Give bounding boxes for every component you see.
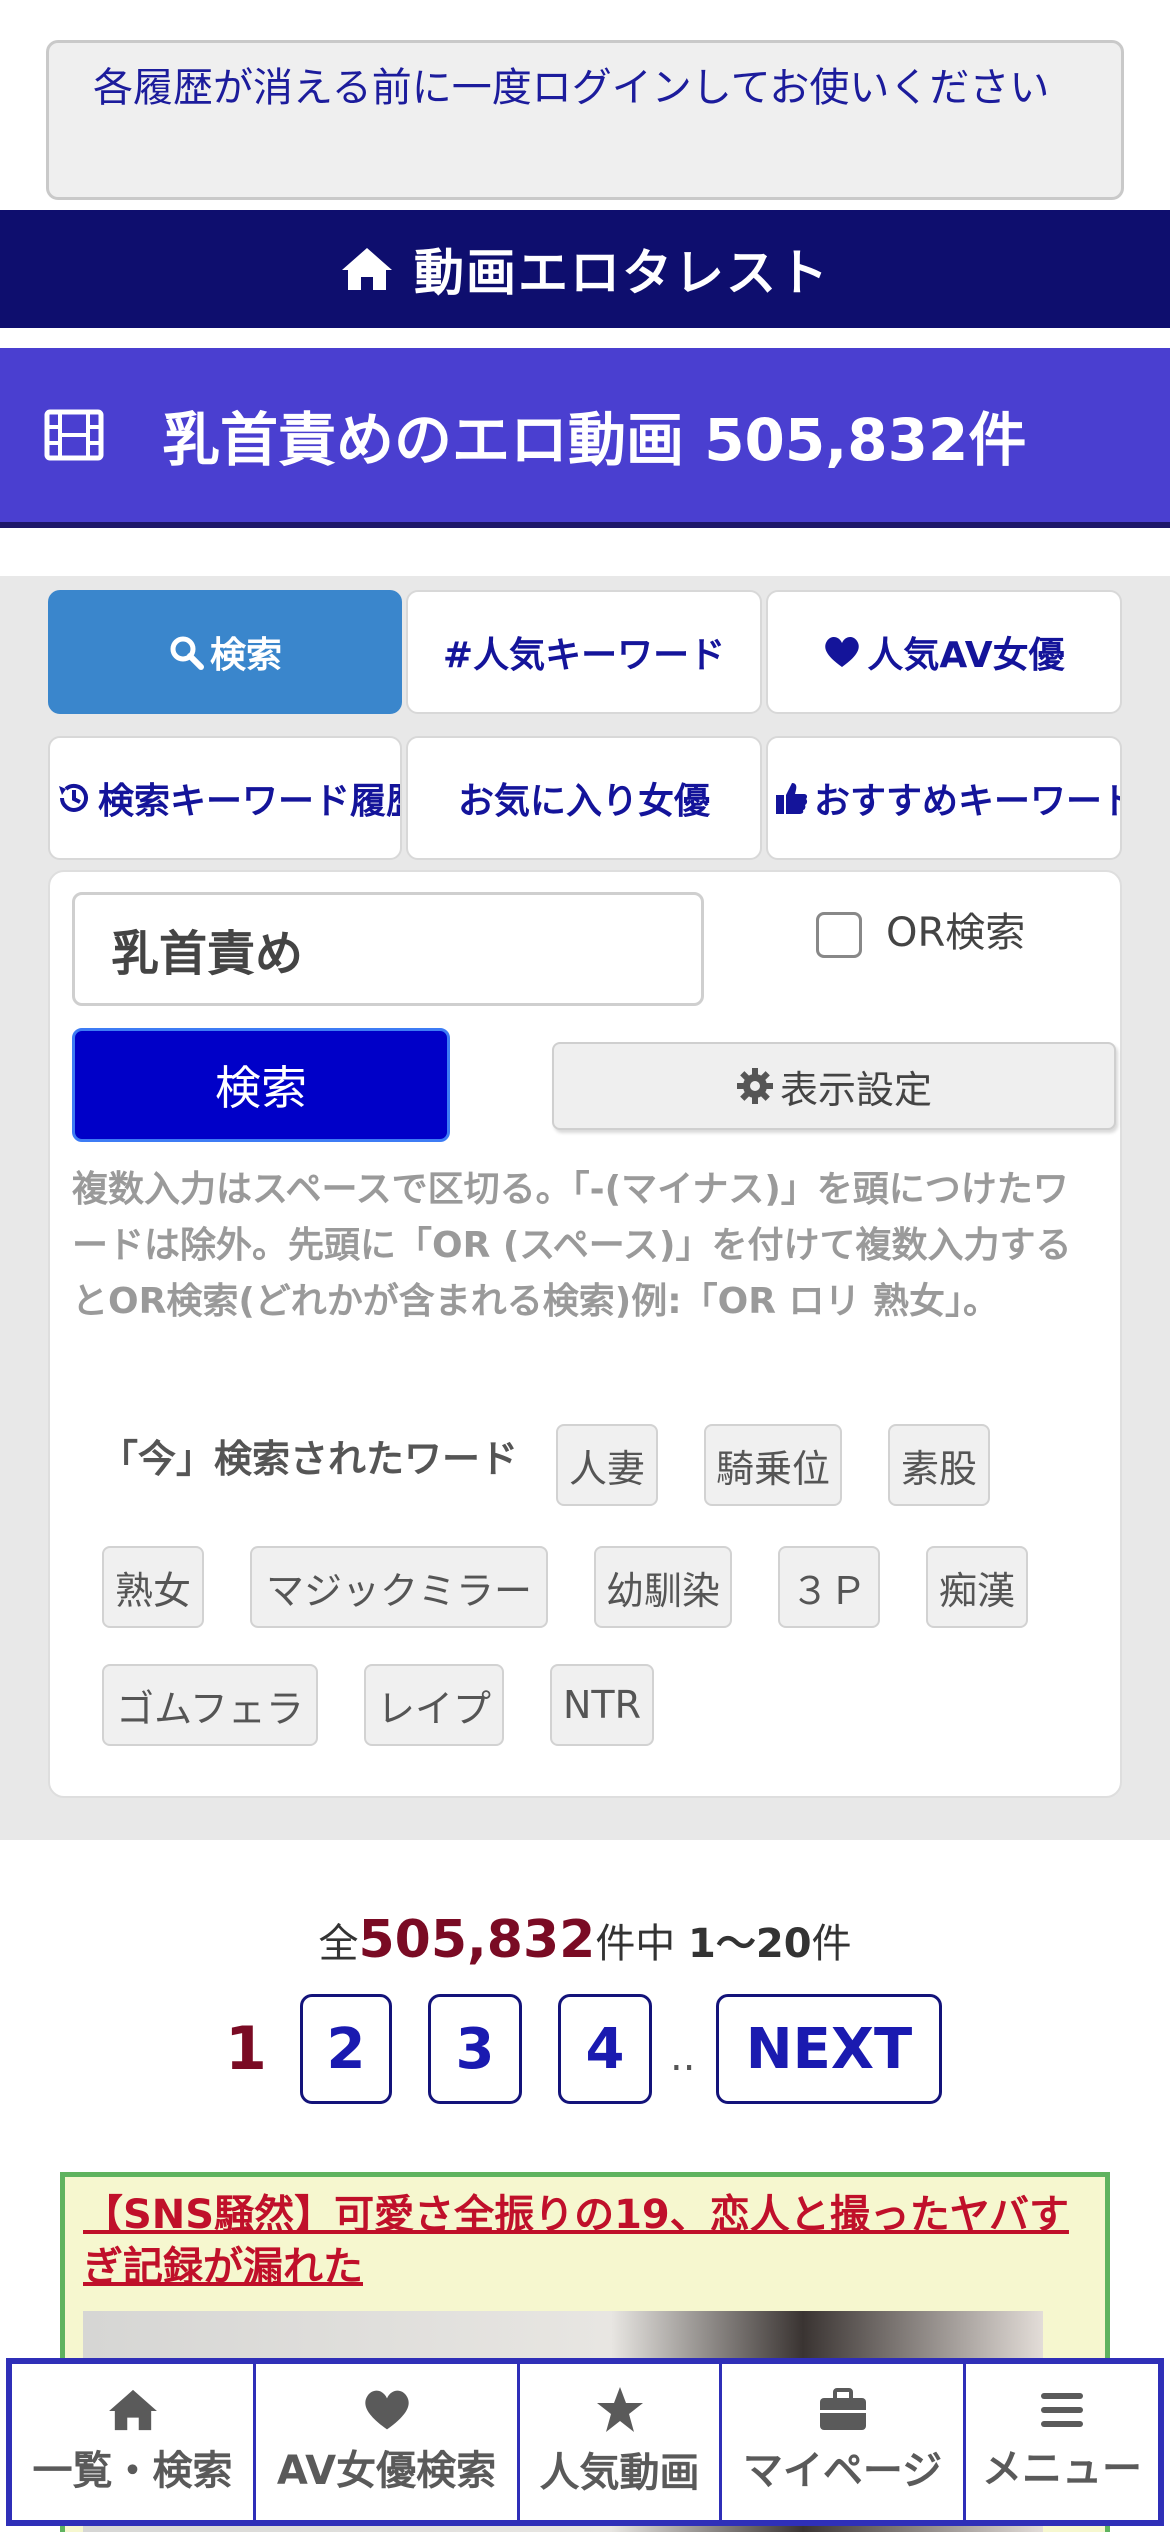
trending-word[interactable]: 熟女 [102,1546,204,1628]
history-icon [59,783,88,812]
next-page-button[interactable]: NEXT [716,1994,942,2104]
or-search-toggle[interactable]: OR検索 [816,900,1025,958]
site-name: 動画エロタレスト [414,244,830,302]
search-button[interactable]: 検索 [72,1028,450,1142]
home-icon [342,248,392,290]
pagination: 1 2 3 4 .. NEXT [0,1994,1170,2104]
result-total: 505,832 [358,1910,596,1970]
film-icon [44,409,104,461]
tab-keyword-history[interactable]: 検索キーワード履歴 [48,736,402,860]
tab-search[interactable]: 検索 [48,590,402,714]
heart-icon [825,637,860,667]
trending-word[interactable]: 人妻 [556,1424,658,1506]
star-icon [596,2387,643,2432]
trending-word[interactable]: ゴムフェラ [102,1664,318,1746]
result-suffix: 件 [811,1921,852,1967]
nav-label: AV女優検索 [276,2448,497,2494]
briefcase-icon [819,2388,866,2430]
nav-label: 人気動画 [539,2450,700,2496]
trending-word[interactable]: 幼馴染 [594,1546,732,1628]
nav-popular-videos[interactable]: 人気動画 [520,2364,722,2520]
nav-list-search[interactable]: 一覧・検索 [12,2364,256,2520]
page-link[interactable]: 3 [428,1994,522,2104]
result-middle: 件中 [595,1921,689,1967]
page-ellipsis: .. [670,2034,696,2080]
nav-label: 一覧・検索 [32,2448,233,2494]
tab-label: おすすめキーワード [814,781,1122,822]
tab-popular-actresses[interactable]: 人気AV女優 [766,590,1122,714]
page-link[interactable]: 2 [300,1994,392,2104]
nav-menu[interactable]: メニュー [966,2364,1158,2520]
page-title-bar: 乳首責めのエロ動画 505,832件 [0,348,1170,528]
tab-label: お気に入り女優 [457,781,710,822]
tab-popular-keywords[interactable]: #人気キーワード [406,590,762,714]
tab-label: 検索キーワード履歴 [98,781,402,822]
ad-title-link[interactable]: 【SNS騒然】可愛さ全振りの19、恋人と撮ったヤバすぎ記録が漏れた [83,2189,1087,2293]
trending-word[interactable]: 騎乗位 [704,1424,842,1506]
nav-label: メニュー [982,2446,1142,2492]
bottom-navigation: 一覧・検索 AV女優検索 人気動画 マイページ メニュー [6,2358,1164,2526]
tab-recommended-keywords[interactable]: おすすめキーワード [766,736,1122,860]
or-search-checkbox[interactable] [816,912,862,958]
result-range: 1〜20 [688,1921,812,1967]
thumbs-up-icon [776,783,808,814]
display-settings-label: 表示設定 [779,1067,932,1112]
trending-word[interactable]: レイプ [364,1664,504,1746]
tab-label: 検索 [209,635,282,676]
page-current: 1 [225,2014,267,2084]
trending-word[interactable]: 痴漢 [926,1546,1028,1628]
search-help-text: 複数入力はスペースで区切る。「-(マイナス)」を頭につけたワードは除外。先頭に「… [72,1169,1072,1322]
search-panel: 乳首責め OR検索 検索 表示設定 複数入力はスペースで区切る。「-(マイナス)… [48,870,1122,1798]
tab-favorite-actresses[interactable]: お気に入り女優 [406,736,762,860]
site-header[interactable]: 動画エロタレスト [0,210,1170,328]
trending-word[interactable]: 素股 [888,1424,990,1506]
trending-word[interactable]: マジックミラー [250,1546,548,1628]
trending-label: 「今」検索されたワード [100,1437,519,1481]
gear-icon [736,1068,773,1104]
or-search-label: OR検索 [886,910,1026,956]
search-input[interactable]: 乳首責め [72,892,704,1006]
tab-label: #人気キーワード [442,635,726,676]
tab-label: 人気AV女優 [867,635,1065,676]
search-icon [170,636,204,670]
heart-icon [364,2390,409,2430]
trending-word[interactable]: NTR [550,1664,654,1746]
menu-icon [1041,2393,1083,2427]
result-count: 全505,832件中 1〜20件 [0,1910,1170,1970]
login-notice: 各履歴が消える前に一度ログインしてお使いください [46,40,1124,200]
display-settings-button[interactable]: 表示設定 [552,1042,1116,1130]
nav-my-page[interactable]: マイページ [722,2364,966,2520]
trending-word[interactable]: ３Ｐ [778,1546,880,1628]
home-icon [108,2389,157,2431]
result-prefix: 全 [318,1921,359,1967]
nav-actress-search[interactable]: AV女優検索 [256,2364,520,2520]
page-title: 乳首責めのエロ動画 505,832件 [162,406,1027,474]
page-link[interactable]: 4 [558,1994,652,2104]
nav-label: マイページ [742,2448,943,2494]
